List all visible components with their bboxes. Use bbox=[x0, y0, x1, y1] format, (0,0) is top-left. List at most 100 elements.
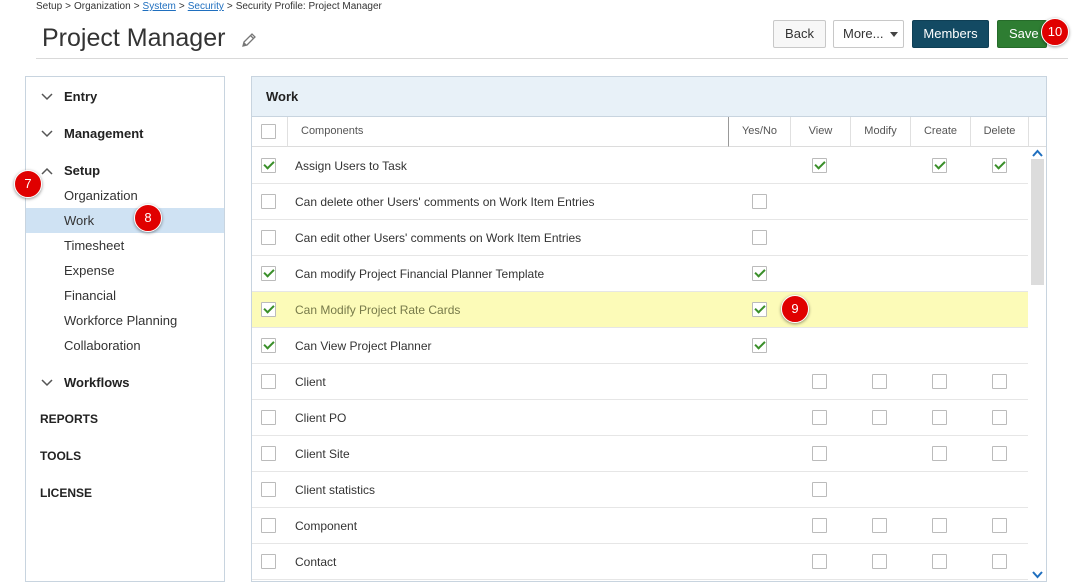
row-select-checkbox[interactable] bbox=[261, 338, 276, 353]
nav-group-workflows[interactable]: Workflows bbox=[40, 375, 130, 390]
create-checkbox[interactable] bbox=[932, 158, 947, 173]
table-row: Can modify Project Financial Planner Tem… bbox=[252, 256, 1028, 292]
delete-checkbox[interactable] bbox=[992, 446, 1007, 461]
row-select-checkbox[interactable] bbox=[261, 446, 276, 461]
component-label: Can modify Project Financial Planner Tem… bbox=[295, 267, 545, 281]
sidebar-nav: Entry Management Setup Organization Work… bbox=[25, 76, 225, 582]
sidebar-item-organization[interactable]: Organization bbox=[26, 183, 224, 208]
nav-group-entry[interactable]: Entry bbox=[40, 89, 97, 104]
scrollbar-thumb[interactable] bbox=[1031, 159, 1044, 285]
yesno-checkbox[interactable] bbox=[752, 302, 767, 317]
yesno-checkbox[interactable] bbox=[752, 230, 767, 245]
delete-checkbox[interactable] bbox=[992, 158, 1007, 173]
component-label: Can View Project Planner bbox=[295, 339, 432, 353]
save-button[interactable]: Save bbox=[997, 20, 1047, 48]
sidebar-item-timesheet[interactable]: Timesheet bbox=[26, 233, 224, 258]
components-header[interactable]: Components bbox=[287, 117, 729, 147]
table-row: Client Site bbox=[252, 436, 1028, 472]
row-select-checkbox[interactable] bbox=[261, 302, 276, 317]
delete-checkbox[interactable] bbox=[992, 554, 1007, 569]
table-row: Can delete other Users' comments on Work… bbox=[252, 184, 1028, 220]
security-profile-page: Setup > Organization > System > Security > Secur… bbox=[0, 0, 1086, 588]
modify-checkbox[interactable] bbox=[872, 374, 887, 389]
nav-tools[interactable]: TOOLS bbox=[40, 449, 81, 463]
yesno-checkbox[interactable] bbox=[752, 338, 767, 353]
row-select-checkbox[interactable] bbox=[261, 158, 276, 173]
create-checkbox[interactable] bbox=[932, 374, 947, 389]
delete-checkbox[interactable] bbox=[992, 374, 1007, 389]
row-select-checkbox[interactable] bbox=[261, 410, 276, 425]
modify-checkbox[interactable] bbox=[872, 518, 887, 533]
nav-reports[interactable]: REPORTS bbox=[40, 412, 98, 426]
chevron-down-icon[interactable] bbox=[1032, 569, 1043, 580]
row-select-checkbox[interactable] bbox=[261, 482, 276, 497]
table-row: Can edit other Users' comments on Work I… bbox=[252, 220, 1028, 256]
sidebar-item-expense[interactable]: Expense bbox=[26, 258, 224, 283]
breadcrumb-separator: > bbox=[178, 1, 185, 12]
caret-down-icon bbox=[890, 32, 898, 37]
component-label: Can edit other Users' comments on Work I… bbox=[295, 231, 582, 245]
modify-checkbox[interactable] bbox=[872, 554, 887, 569]
delete-checkbox[interactable] bbox=[992, 410, 1007, 425]
nav-group-management[interactable]: Management bbox=[40, 126, 143, 141]
modify-checkbox[interactable] bbox=[872, 410, 887, 425]
work-permissions-panel: Work Components Yes/No View Modify Creat… bbox=[251, 76, 1047, 582]
step-marker-8: 8 bbox=[134, 204, 162, 232]
page-title: Project Manager bbox=[42, 24, 226, 52]
breadcrumb-item[interactable]: System bbox=[143, 1, 176, 12]
row-select-checkbox[interactable] bbox=[261, 194, 276, 209]
more-dropdown-button[interactable]: More... bbox=[833, 20, 904, 48]
component-label: Client Site bbox=[295, 447, 350, 461]
sidebar-item-work[interactable]: Work bbox=[26, 208, 224, 233]
create-header: Create bbox=[910, 117, 970, 147]
component-label: Client bbox=[295, 375, 326, 389]
create-checkbox[interactable] bbox=[932, 554, 947, 569]
view-checkbox[interactable] bbox=[812, 518, 827, 533]
row-select-checkbox[interactable] bbox=[261, 230, 276, 245]
view-checkbox[interactable] bbox=[812, 410, 827, 425]
modify-header: Modify bbox=[850, 117, 910, 147]
view-checkbox[interactable] bbox=[812, 482, 827, 497]
delete-checkbox[interactable] bbox=[992, 518, 1007, 533]
step-marker-9: 9 bbox=[781, 295, 809, 323]
breadcrumb-separator: > bbox=[133, 1, 140, 12]
nav-group-label: Setup bbox=[64, 163, 101, 178]
breadcrumb-item: Security Profile: Project Manager bbox=[235, 1, 382, 12]
table-row: Client bbox=[252, 364, 1028, 400]
table-row: Can View Project Planner bbox=[252, 328, 1028, 364]
row-select-checkbox[interactable] bbox=[261, 554, 276, 569]
table-row: Client statistics bbox=[252, 472, 1028, 508]
breadcrumb-separator: > bbox=[226, 1, 233, 12]
members-button[interactable]: Members bbox=[912, 20, 989, 48]
nav-license[interactable]: LICENSE bbox=[40, 486, 92, 500]
view-checkbox[interactable] bbox=[812, 446, 827, 461]
chevron-up-icon[interactable] bbox=[1032, 148, 1043, 159]
view-checkbox[interactable] bbox=[812, 158, 827, 173]
select-all-checkbox[interactable] bbox=[261, 124, 276, 139]
row-select-checkbox[interactable] bbox=[261, 266, 276, 281]
sidebar-item-financial[interactable]: Financial bbox=[26, 283, 224, 308]
create-checkbox[interactable] bbox=[932, 518, 947, 533]
vertical-scrollbar[interactable] bbox=[1029, 147, 1046, 581]
view-header: View bbox=[790, 117, 850, 147]
component-label: Client statistics bbox=[295, 483, 376, 497]
row-select-checkbox[interactable] bbox=[261, 518, 276, 533]
table-row: Contact bbox=[252, 544, 1028, 580]
select-all-header bbox=[252, 117, 287, 147]
row-select-checkbox[interactable] bbox=[261, 374, 276, 389]
nav-group-setup[interactable]: Setup bbox=[40, 163, 100, 178]
sidebar-item-workforce-planning[interactable]: Workforce Planning bbox=[26, 308, 224, 333]
back-button[interactable]: Back bbox=[773, 20, 826, 48]
chevron-down-icon bbox=[41, 378, 53, 386]
breadcrumb-item[interactable]: Security bbox=[188, 1, 224, 12]
component-label: Client PO bbox=[295, 411, 347, 425]
yesno-checkbox[interactable] bbox=[752, 194, 767, 209]
pencil-edit-icon[interactable] bbox=[240, 31, 258, 49]
view-checkbox[interactable] bbox=[812, 374, 827, 389]
create-checkbox[interactable] bbox=[932, 410, 947, 425]
create-checkbox[interactable] bbox=[932, 446, 947, 461]
sidebar-item-collaboration[interactable]: Collaboration bbox=[26, 333, 224, 358]
view-checkbox[interactable] bbox=[812, 554, 827, 569]
yesno-checkbox[interactable] bbox=[752, 266, 767, 281]
component-label: Can delete other Users' comments on Work… bbox=[295, 195, 595, 209]
